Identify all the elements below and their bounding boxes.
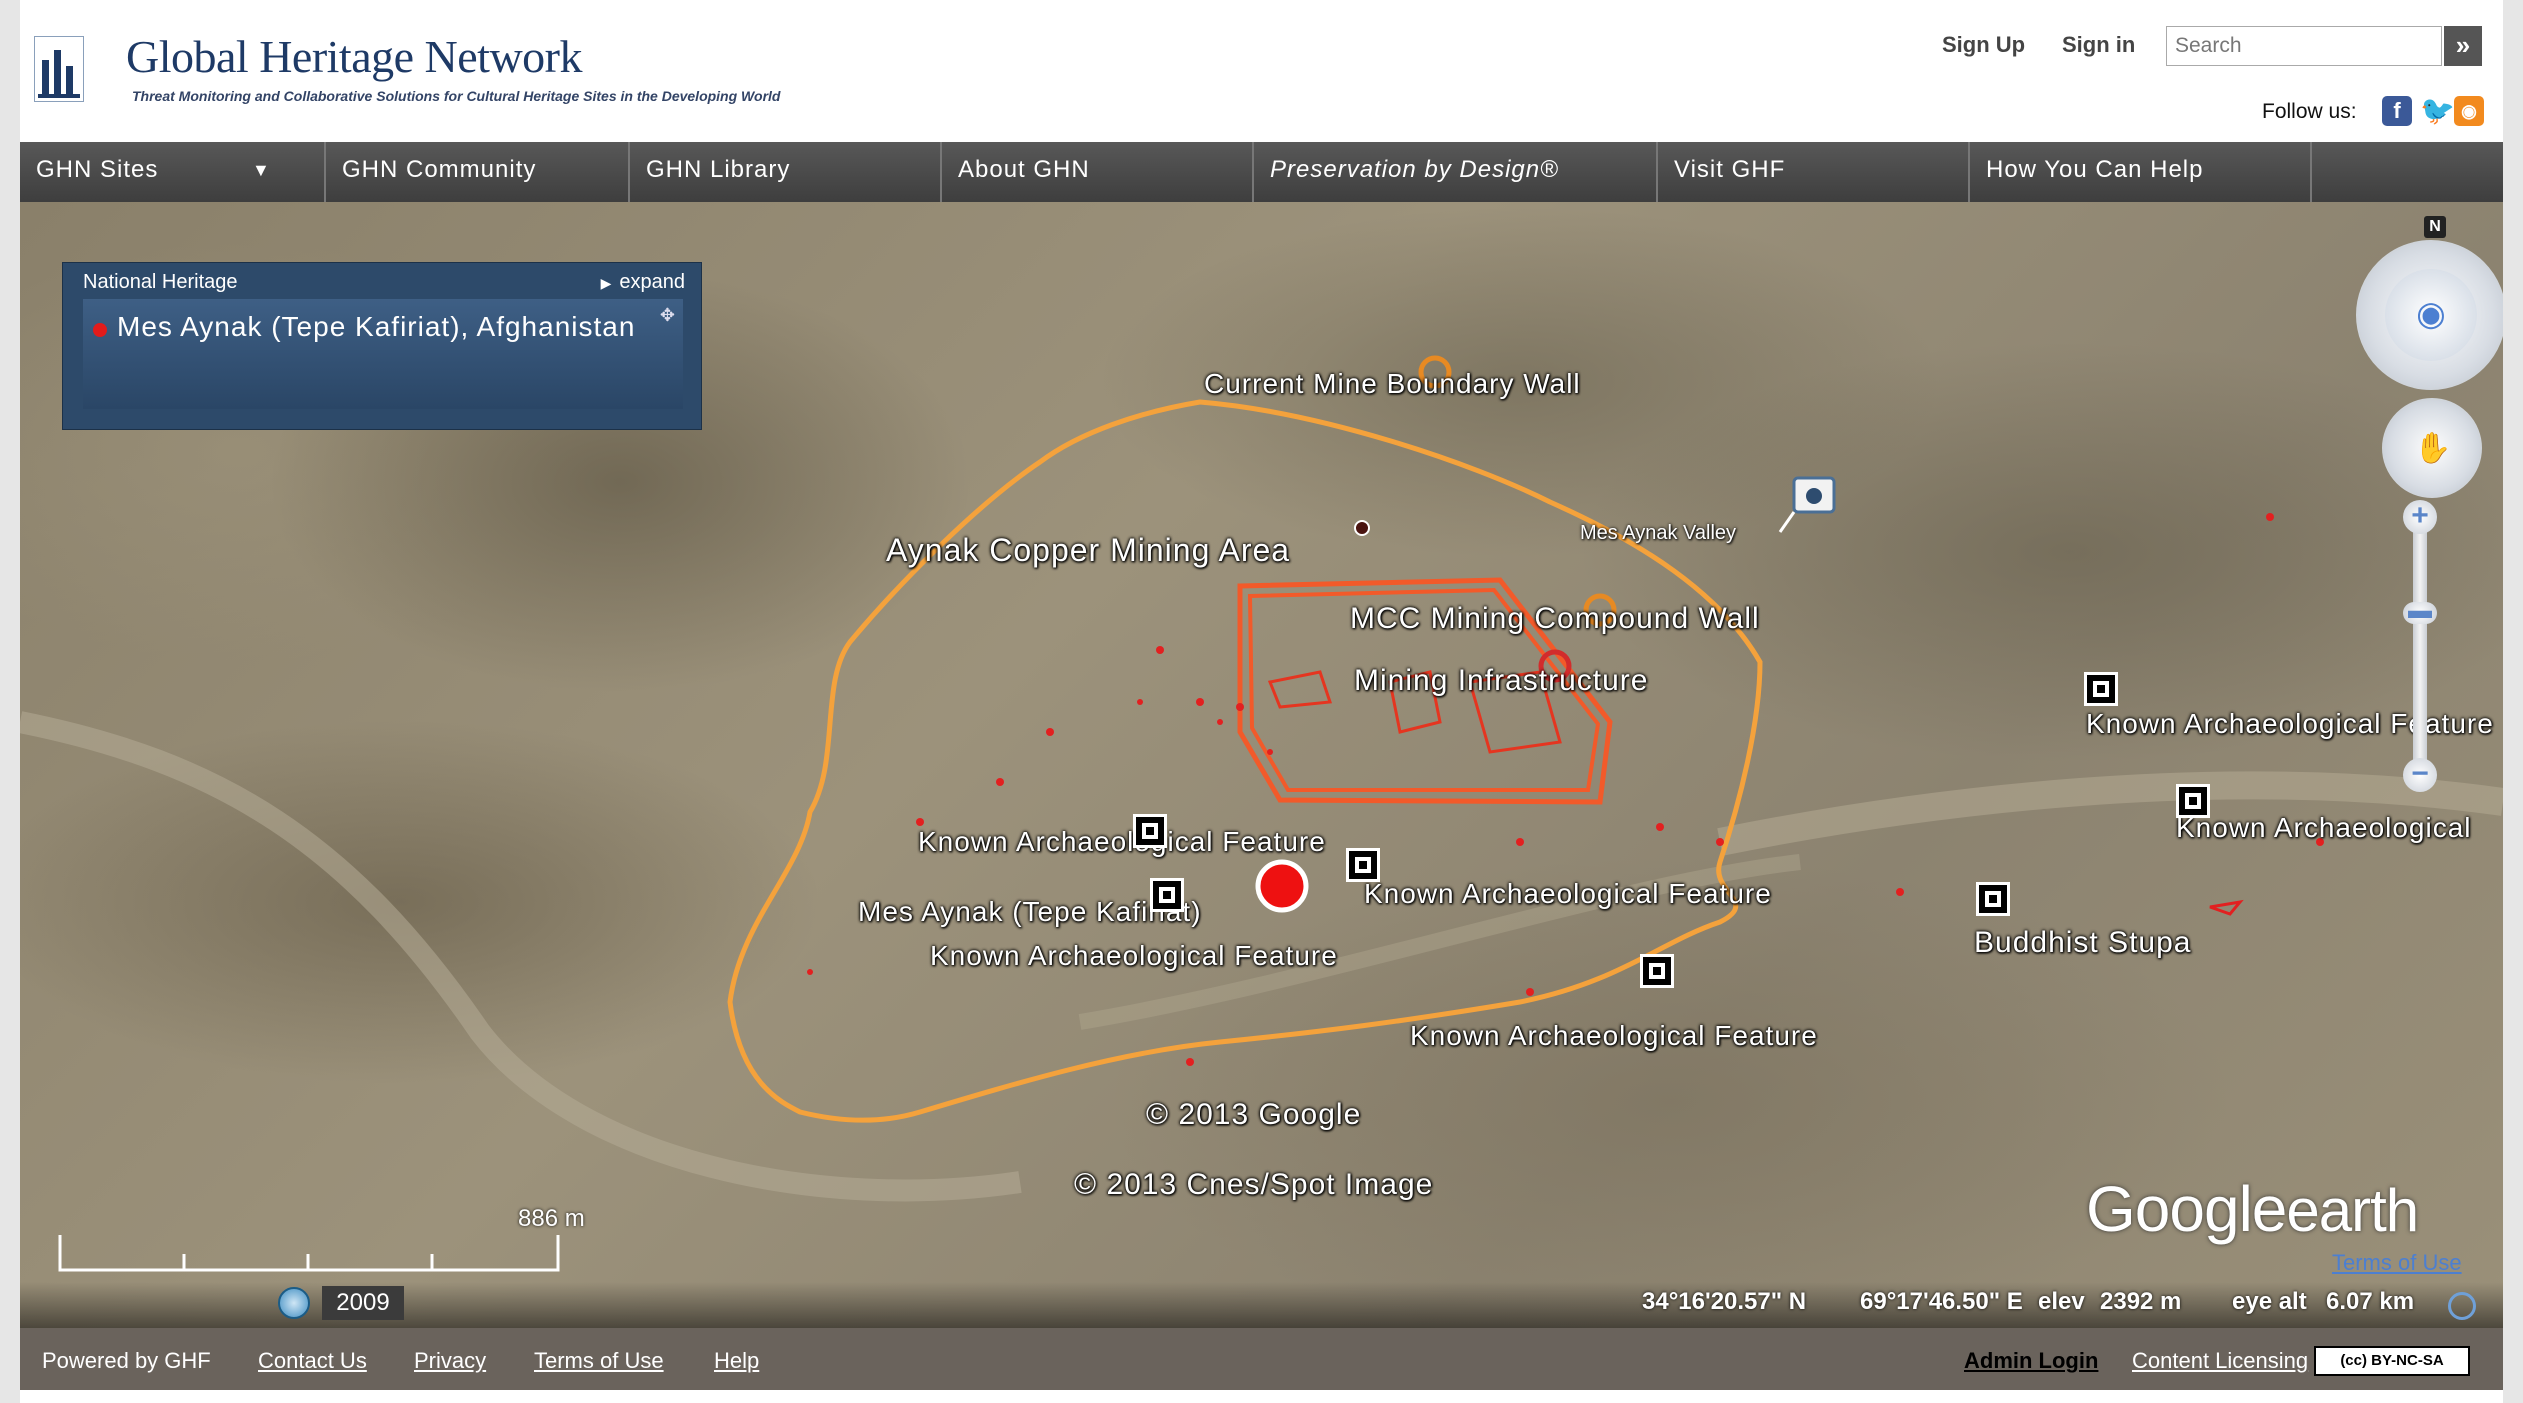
expand-button[interactable]: ▶ expand <box>601 271 685 294</box>
nav-label: Preservation by Design® <box>1270 156 1559 183</box>
sign-in-link[interactable]: Sign in <box>2062 32 2135 58</box>
globe-icon <box>2448 1292 2476 1320</box>
map-label-stupa[interactable]: Buddhist Stupa <box>1974 926 2191 960</box>
clock-icon[interactable] <box>278 1287 310 1319</box>
feature-marker-icon[interactable] <box>2084 672 2118 706</box>
nav-label: Visit GHF <box>1674 156 1786 183</box>
feature-marker-icon[interactable] <box>1133 814 1167 848</box>
privacy-link[interactable]: Privacy <box>414 1348 486 1374</box>
copyright-cnes: © 2013 Cnes/Spot Image <box>1074 1168 1434 1201</box>
site-footer: Powered by GHF Contact Us Privacy Terms … <box>20 1328 2503 1390</box>
chevron-right-icon: ▶ <box>600 275 612 291</box>
map-terms-link[interactable]: Terms of Use <box>2332 1250 2462 1276</box>
facebook-icon[interactable]: f <box>2382 96 2412 126</box>
elevation-readout: 2392 m <box>2100 1288 2182 1315</box>
main-nav: GHN Sites ▼ GHN Community GHN Library Ab… <box>20 142 2503 202</box>
longitude-readout: 69°17'46.50" E <box>1860 1288 2023 1315</box>
nav-label: About GHN <box>958 156 1090 183</box>
camera-icon <box>1778 476 1836 533</box>
site-name: Mes Aynak (Tepe Kafiriat), Afghanistan <box>117 311 636 342</box>
map-label-feature-center[interactable]: Known Archaeological Feature <box>1364 878 1772 910</box>
north-label: N <box>2424 216 2446 238</box>
feature-marker-icon[interactable] <box>1640 954 1674 988</box>
page: Global Heritage Network Threat Monitorin… <box>20 0 2503 1403</box>
zoom-slider-track[interactable] <box>2413 518 2427 778</box>
nav-label: GHN Community <box>342 156 537 183</box>
sign-up-link[interactable]: Sign Up <box>1942 32 2025 58</box>
chevron-down-icon: ▼ <box>252 160 271 180</box>
contact-us-link[interactable]: Contact Us <box>258 1348 367 1374</box>
cc-icon: (cc) <box>2340 1352 2372 1369</box>
zoom-out-button[interactable]: − <box>2403 758 2437 792</box>
help-link[interactable]: Help <box>714 1348 759 1374</box>
nav-ghn-library[interactable]: GHN Library <box>630 142 942 202</box>
google-logo-text: Google <box>2086 1173 2287 1245</box>
powered-by: Powered by GHF <box>42 1348 211 1373</box>
scale-label: 886 m <box>518 1205 585 1232</box>
site-marker-icon <box>93 323 107 337</box>
content-licensing-link[interactable]: Content Licensing <box>2132 1348 2308 1374</box>
eye-alt-label: eye alt <box>2232 1288 2307 1315</box>
terms-of-use-link[interactable]: Terms of Use <box>534 1348 664 1374</box>
twitter-icon[interactable]: 🐦 <box>2420 96 2455 126</box>
info-panel-header: National Heritage ▶ expand <box>63 263 703 297</box>
look-control[interactable]: ◉ <box>2356 240 2503 390</box>
google-earth-map[interactable]: National Heritage ▶ expand Mes Aynak (Tep… <box>20 202 2503 1328</box>
panel-category: National Heritage <box>83 271 238 293</box>
nav-ghn-sites[interactable]: GHN Sites ▼ <box>20 142 326 202</box>
map-label-valley[interactable]: Mes Aynak Valley <box>1580 522 1736 545</box>
nav-visit-ghf[interactable]: Visit GHF <box>1658 142 1970 202</box>
copyright-google: © 2013 Google <box>1146 1098 1362 1131</box>
map-label-boundary-wall[interactable]: Current Mine Boundary Wall <box>1204 368 1581 400</box>
rss-icon[interactable]: ◉ <box>2454 96 2484 126</box>
move-icon[interactable]: ✥ <box>660 305 675 326</box>
earth-logo-text: earth <box>2286 1177 2419 1244</box>
eye-icon[interactable]: ◉ <box>2385 269 2477 361</box>
map-label-feature-north[interactable]: Known Archaeological Feature <box>918 826 1326 858</box>
hand-icon[interactable]: ✋ <box>2404 420 2462 478</box>
follow-label: Follow us: <box>2262 100 2357 123</box>
feature-marker-icon[interactable] <box>2176 784 2210 818</box>
feature-marker-icon[interactable] <box>1346 848 1380 882</box>
elev-label: elev <box>2038 1288 2085 1315</box>
search-input[interactable] <box>2166 26 2442 66</box>
expand-label: expand <box>619 271 685 293</box>
nav-about-ghn[interactable]: About GHN <box>942 142 1254 202</box>
license-label: BY-NC-SA <box>2371 1352 2444 1369</box>
site-title[interactable]: Global Heritage Network <box>126 30 583 83</box>
info-panel-body: Mes Aynak (Tepe Kafiriat), Afghanistan ✥ <box>83 299 683 409</box>
map-label-feature-east2[interactable]: Known Archaeological <box>2176 812 2472 844</box>
stupa-marker-icon[interactable] <box>1976 882 2010 916</box>
pan-control[interactable]: ✋ <box>2382 398 2482 498</box>
latitude-readout: 34°16'20.57" N <box>1642 1288 1807 1315</box>
map-label-feature-southeast[interactable]: Known Archaeological Feature <box>1410 1020 1818 1052</box>
ghn-logo-icon[interactable] <box>34 36 84 102</box>
site-info-panel: National Heritage ▶ expand Mes Aynak (Tep… <box>62 262 702 430</box>
google-earth-logo: Googleearth <box>2086 1162 2419 1249</box>
zoom-in-button[interactable]: + <box>2403 500 2437 534</box>
zoom-slider-thumb[interactable]: ▬ <box>2403 599 2437 624</box>
map-label-feature-east1[interactable]: Known Archaeological Feature <box>2086 708 2494 740</box>
map-label-mining-area[interactable]: Aynak Copper Mining Area <box>886 532 1290 569</box>
nav-ghn-community[interactable]: GHN Community <box>326 142 630 202</box>
nav-label: GHN Library <box>646 156 791 183</box>
nav-how-you-can-help[interactable]: How You Can Help <box>1970 142 2312 202</box>
eye-alt-readout: 6.07 km <box>2326 1288 2415 1315</box>
map-label-compound-wall[interactable]: MCC Mining Compound Wall <box>1350 602 1760 636</box>
nav-label: GHN Sites <box>36 156 159 183</box>
search-button[interactable]: » <box>2444 26 2482 66</box>
map-label-infrastructure[interactable]: Mining Infrastructure <box>1354 664 1648 698</box>
nav-label: How You Can Help <box>1986 156 2204 183</box>
site-tagline: Threat Monitoring and Collaborative Solu… <box>132 88 781 104</box>
admin-login-link[interactable]: Admin Login <box>1964 1348 2098 1374</box>
nav-preservation-by-design[interactable]: Preservation by Design® <box>1254 142 1658 202</box>
site-header: Global Heritage Network Threat Monitorin… <box>20 0 2503 142</box>
cc-license-badge[interactable]: (cc) BY-NC-SA <box>2314 1346 2470 1376</box>
feature-marker-icon[interactable] <box>1150 878 1184 912</box>
map-label-feature-south[interactable]: Known Archaeological Feature <box>930 940 1338 972</box>
imagery-year[interactable]: 2009 <box>322 1286 404 1320</box>
